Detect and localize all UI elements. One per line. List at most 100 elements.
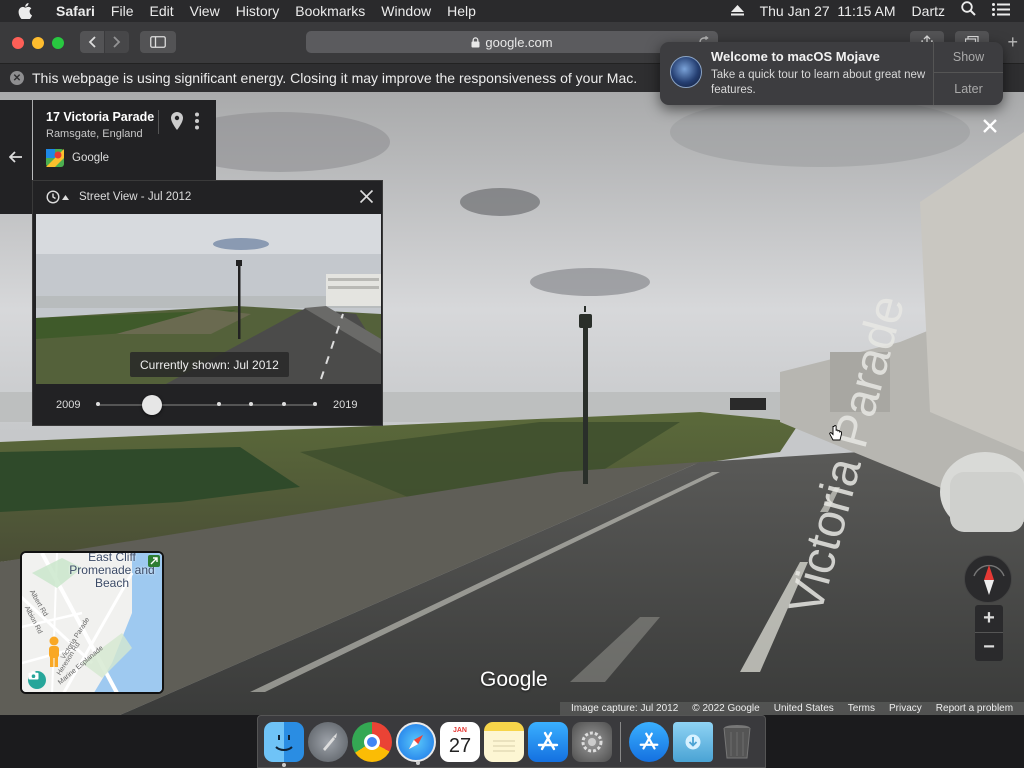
menu-bar: Safari File Edit View History Bookmarks …	[0, 0, 1024, 22]
menu-bookmarks[interactable]: Bookmarks	[287, 0, 373, 22]
arrow-left-icon	[9, 151, 22, 163]
address-bar[interactable]: google.com	[306, 31, 718, 53]
dock-chrome-icon[interactable]	[352, 721, 392, 762]
back-arrow-button[interactable]	[0, 100, 32, 214]
dock-launchpad-icon[interactable]	[308, 721, 348, 762]
compass-button[interactable]	[964, 555, 1012, 603]
terms-link[interactable]: Terms	[841, 703, 882, 714]
menu-app-safari[interactable]: Safari	[48, 0, 103, 22]
place-street: 17 Victoria Parade	[46, 110, 155, 124]
sidebar-toggle-button[interactable]	[140, 31, 176, 53]
close-icon	[359, 189, 374, 204]
minimap[interactable]: East Cliff Promenade and Beach Albert Rd…	[20, 551, 164, 694]
copyright-text: © 2022 Google	[692, 703, 760, 714]
dock-calendar-icon[interactable]: JAN 27	[440, 721, 480, 762]
menu-view[interactable]: View	[182, 0, 228, 22]
running-indicator	[416, 760, 420, 765]
compass-icon	[973, 564, 1005, 595]
address-url: google.com	[485, 34, 553, 50]
privacy-link[interactable]: Privacy	[882, 703, 929, 714]
new-tab-button[interactable]: +	[1007, 32, 1018, 52]
menu-file[interactable]: File	[103, 0, 142, 22]
close-street-view-button[interactable]	[978, 114, 1002, 138]
dock-notes-icon[interactable]	[484, 721, 524, 762]
notification-show-button[interactable]: Show	[934, 42, 1003, 73]
pegman-icon[interactable]	[44, 636, 64, 668]
close-window-button[interactable]	[12, 37, 24, 49]
zoom-out-button[interactable]: −	[975, 633, 1003, 661]
timeline-slider[interactable]: 2009 2019	[33, 389, 384, 419]
timeline-slider-knob[interactable]	[142, 395, 162, 415]
menu-edit[interactable]: Edit	[141, 0, 181, 22]
more-options-icon[interactable]	[195, 112, 199, 135]
report-problem-link[interactable]: Report a problem	[929, 703, 1020, 714]
dock-app-store-icon[interactable]	[528, 721, 568, 762]
forward-button[interactable]	[105, 31, 129, 53]
street-view-panorama[interactable]: Victoria Parade 17 Victoria Parade Ramsg…	[0, 92, 1024, 715]
dock: JAN 27	[257, 715, 766, 768]
menubar-clock[interactable]: Thu Jan 27 11:15 AM	[752, 0, 904, 22]
timeline-tick[interactable]	[249, 402, 253, 406]
running-indicator	[282, 762, 286, 767]
timeline-tick[interactable]	[96, 402, 100, 406]
image-capture-date: Image capture: Jul 2012	[571, 703, 679, 714]
dock-divider	[620, 721, 621, 762]
timeline-header: Street View - Jul 2012	[79, 191, 192, 203]
minimize-window-button[interactable]	[32, 37, 44, 49]
map-pin-icon[interactable]	[171, 112, 183, 135]
notification-title: Welcome to macOS Mojave	[711, 49, 880, 64]
back-button[interactable]	[80, 31, 104, 53]
macos-notification[interactable]: Welcome to macOS Mojave Take a quick tou…	[660, 42, 1003, 105]
close-icon	[983, 119, 997, 133]
place-brand: Google	[72, 152, 110, 164]
street-view-timeline-panel: Street View - Jul 2012 Currently shown: …	[32, 180, 383, 426]
eject-icon[interactable]	[723, 0, 752, 22]
menu-help[interactable]: Help	[439, 0, 484, 22]
dock-finder-icon[interactable]	[264, 721, 304, 767]
dock-system-preferences-icon[interactable]	[572, 721, 612, 762]
region-link[interactable]: United States	[767, 703, 841, 714]
chevron-left-icon	[88, 36, 96, 48]
dock-safari-icon[interactable]	[396, 721, 436, 765]
menu-window[interactable]: Window	[373, 0, 439, 22]
place-city: Ramsgate, England	[46, 128, 143, 140]
timeline-end-year: 2019	[333, 399, 358, 411]
energy-warning-text: This webpage is using significant energy…	[32, 70, 638, 86]
google-logo: Google	[480, 668, 548, 691]
close-timeline-button[interactable]	[359, 189, 374, 207]
camera-icon[interactable]	[28, 671, 46, 689]
expand-map-icon[interactable]	[148, 555, 160, 567]
menu-history[interactable]: History	[228, 0, 288, 22]
hand-cursor-icon	[829, 425, 843, 448]
menubar-user[interactable]: Dartz	[904, 0, 953, 22]
history-clock-icon[interactable]	[46, 190, 69, 204]
screen: Safari File Edit View History Bookmarks …	[0, 0, 1024, 768]
apple-icon[interactable]	[18, 3, 40, 19]
currently-shown-caption: Currently shown: Jul 2012	[130, 352, 289, 377]
notification-body: Take a quick tour to learn about great n…	[711, 69, 926, 96]
timeline-tick[interactable]	[217, 402, 221, 406]
dock-app-store-download-icon[interactable]	[629, 721, 669, 762]
map-footer: Image capture: Jul 2012 © 2022 Google Un…	[560, 702, 1024, 715]
card-divider	[158, 110, 159, 134]
lock-icon	[471, 36, 480, 47]
notification-later-button[interactable]: Later	[934, 73, 1003, 104]
zoom-controls: + −	[975, 605, 1003, 661]
zoom-in-button[interactable]: +	[975, 605, 1003, 633]
mojave-icon	[670, 56, 702, 88]
chevron-right-icon	[113, 36, 121, 48]
timeline-preview-image[interactable]: Currently shown: Jul 2012	[36, 214, 381, 384]
calendar-day: 27	[448, 735, 472, 757]
google-maps-icon	[46, 149, 64, 167]
caret-up-icon	[62, 194, 69, 200]
spotlight-search-icon[interactable]	[953, 0, 984, 22]
dock-trash-icon[interactable]	[717, 722, 757, 762]
dock-downloads-folder-icon[interactable]	[673, 721, 713, 762]
timeline-start-year: 2009	[56, 399, 81, 411]
notification-center-icon[interactable]	[984, 0, 1024, 22]
minimap-area-label: East Cliff Promenade and Beach	[69, 551, 155, 590]
timeline-tick[interactable]	[313, 402, 317, 406]
timeline-tick[interactable]	[282, 402, 286, 406]
close-banner-icon[interactable]: ✕	[10, 71, 24, 85]
fullscreen-window-button[interactable]	[52, 37, 64, 49]
